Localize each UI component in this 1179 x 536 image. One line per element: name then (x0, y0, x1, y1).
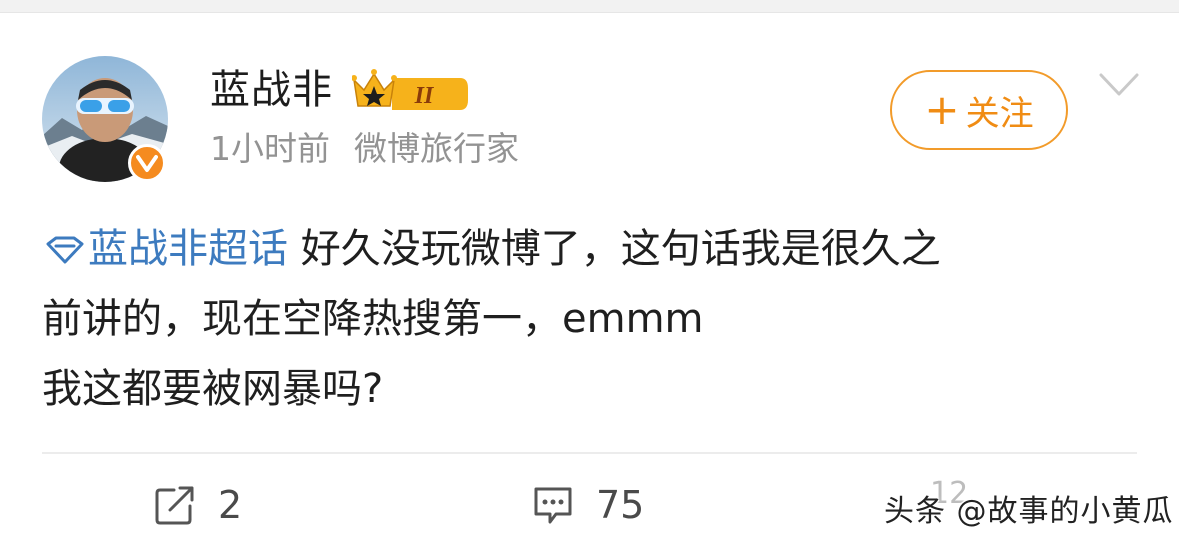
repost-count: 2 (218, 483, 243, 527)
follow-label: 关注 (965, 93, 1034, 134)
author-tag: 微博旅行家 (354, 129, 519, 168)
crown-level-icon: II (352, 69, 468, 110)
repost-button[interactable]: 2 (154, 480, 242, 530)
post-meta: 1小时前 微博旅行家 (210, 126, 519, 172)
topic-diamond-icon (46, 236, 84, 264)
text-line-2: 前讲的，现在空降热搜第一，emmm (42, 296, 704, 342)
follow-button[interactable]: + 关注 (890, 70, 1068, 150)
comment-icon (534, 487, 572, 524)
topic-link[interactable]: 蓝战非超话 (42, 226, 288, 272)
plus-icon: + (924, 85, 960, 134)
comment-button[interactable]: 75 (532, 480, 644, 530)
post-content: 蓝战非超话 好久没玩微博了，这句话我是很久之 前讲的，现在空降热搜第一，emmm… (42, 214, 1152, 424)
level-badge-text: II (414, 83, 435, 109)
top-separator-band (0, 0, 1179, 13)
text-line-1: 好久没玩微博了，这句话我是很久之 (300, 226, 941, 272)
author-name[interactable]: 蓝战非 (210, 64, 333, 116)
chevron-down-icon[interactable] (1098, 70, 1140, 100)
action-divider (42, 452, 1137, 454)
comment-count: 75 (596, 483, 645, 527)
content-line-1: 蓝战非超话 好久没玩微博了，这句话我是很久之 (42, 214, 1152, 284)
verified-badge-icon (128, 144, 166, 182)
post-time: 1小时前 (210, 129, 330, 168)
topic-label: 蓝战非超话 (88, 226, 288, 272)
watermark: 头条 @故事的小黄瓜 (884, 494, 1174, 529)
text-line-3: 我这都要被网暴吗? (42, 366, 384, 412)
repost-icon (155, 486, 194, 525)
